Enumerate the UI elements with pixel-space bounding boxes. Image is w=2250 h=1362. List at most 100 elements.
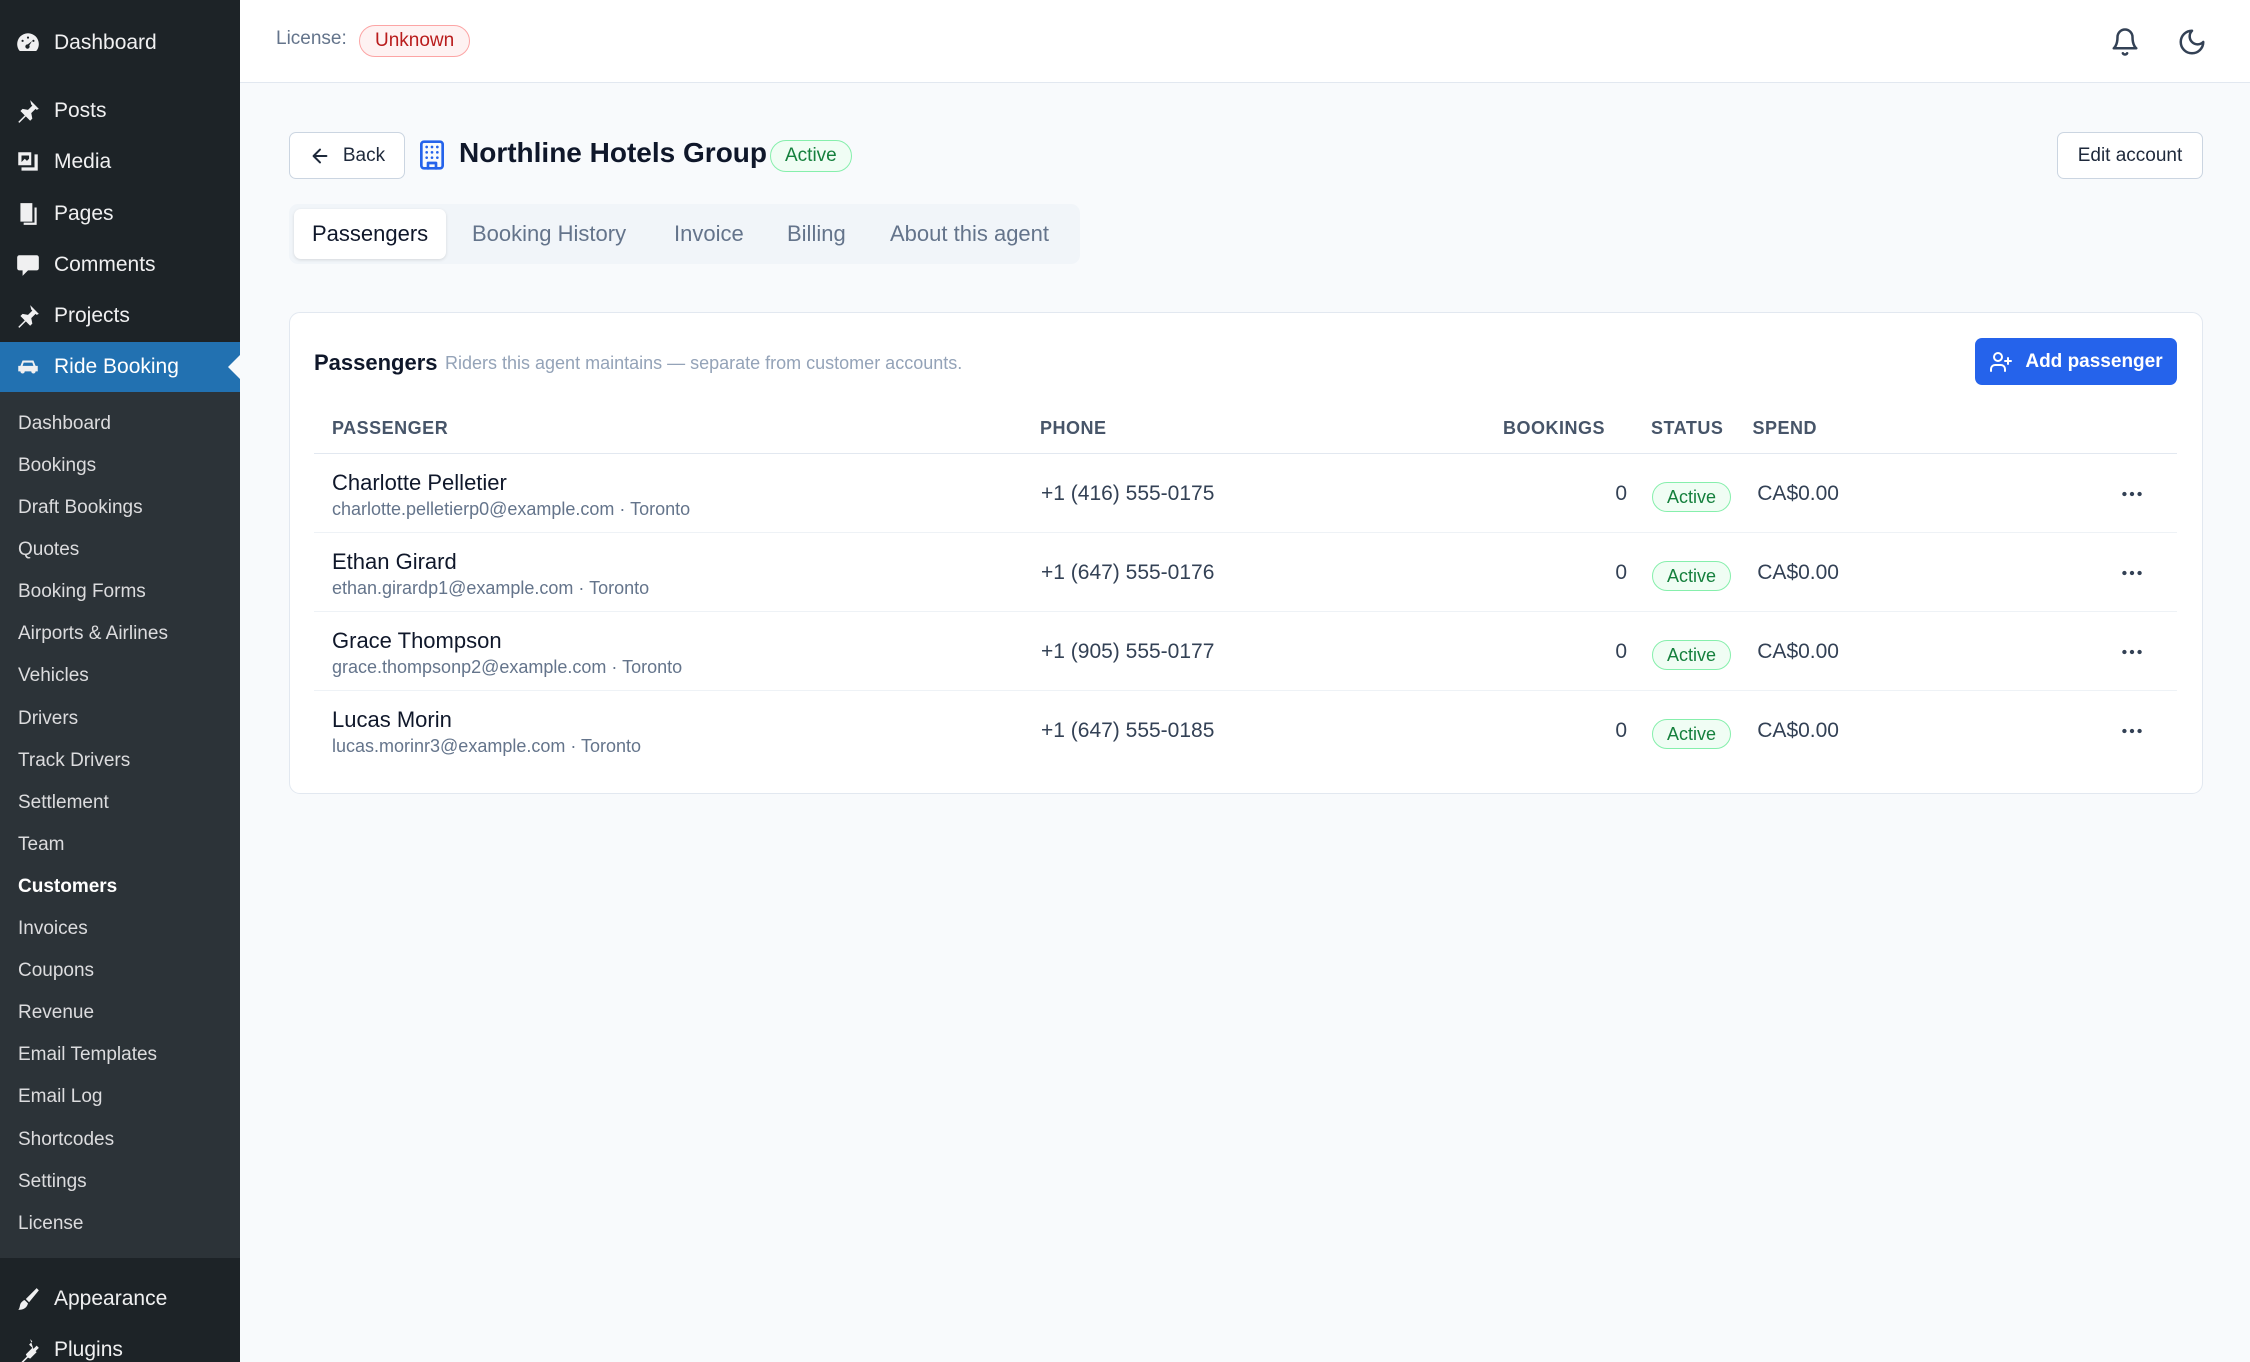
arrow-left-icon <box>312 148 328 163</box>
comment-icon <box>14 251 42 279</box>
column-header-spend[interactable]: SPEND <box>1752 418 1817 439</box>
passenger-spend: CA$0.00 <box>1757 719 1839 742</box>
submenu-item-license[interactable]: License <box>18 1209 84 1239</box>
building-icon <box>416 139 448 171</box>
ride-booking-submenu: Dashboard Bookings Draft Bookings Quotes… <box>0 392 240 1258</box>
sidebar-item-appearance[interactable]: Appearance <box>0 1274 240 1324</box>
add-passenger-label: Add passenger <box>2025 350 2163 372</box>
license-status-badge: Unknown <box>359 25 471 57</box>
tab-about-this-agent[interactable]: About this agent <box>890 209 1049 259</box>
submenu-item-email-log[interactable]: Email Log <box>18 1082 103 1112</box>
passenger-bookings: 0 <box>1615 561 1627 584</box>
tab-billing[interactable]: Billing <box>787 209 846 259</box>
submenu-item-track-drivers[interactable]: Track Drivers <box>18 746 130 776</box>
sidebar-item-label: Plugins <box>54 1338 123 1361</box>
more-options-icon[interactable] <box>2114 634 2150 670</box>
column-header-passenger[interactable]: PASSENGER <box>332 418 448 439</box>
submenu-item-draft-bookings[interactable]: Draft Bookings <box>18 493 143 523</box>
user-plus-icon <box>1990 351 2013 372</box>
sidebar-item-comments[interactable]: Comments <box>0 240 240 290</box>
sidebar-item-plugins[interactable]: Plugins <box>0 1325 240 1362</box>
back-button[interactable]: Back <box>289 132 405 179</box>
passenger-email: grace.thompsonp2@example.com · Toronto <box>332 657 683 677</box>
sidebar-item-label: Projects <box>54 304 130 327</box>
passenger-bookings: 0 <box>1615 719 1627 742</box>
status-badge: Active <box>1652 719 1732 749</box>
tab-invoice[interactable]: Invoice <box>674 209 744 259</box>
back-button-label: Back <box>342 144 386 166</box>
more-options-icon[interactable] <box>2114 476 2150 512</box>
passenger-spend: CA$0.00 <box>1757 561 1839 584</box>
passenger-name: Charlotte Pelletier <box>332 470 507 495</box>
pin-icon <box>14 97 42 125</box>
submenu-item-customers[interactable]: Customers <box>18 872 117 902</box>
passenger-spend: CA$0.00 <box>1757 482 1839 505</box>
submenu-item-invoices[interactable]: Invoices <box>18 914 88 944</box>
passenger-email: ethan.girardp1@example.com · Toronto <box>332 578 650 598</box>
sidebar-item-label: Comments <box>54 253 156 276</box>
sidebar-item-dashboard[interactable]: Dashboard <box>0 18 240 68</box>
submenu-item-coupons[interactable]: Coupons <box>18 956 94 986</box>
plugin-icon <box>14 1336 42 1362</box>
submenu-item-team[interactable]: Team <box>18 830 64 860</box>
sidebar-item-pages[interactable]: Pages <box>0 189 240 239</box>
passenger-spend: CA$0.00 <box>1757 640 1839 663</box>
passenger-phone: +1 (416) 555-0175 <box>1041 482 1215 505</box>
car-icon <box>14 353 42 381</box>
submenu-item-dashboard[interactable]: Dashboard <box>18 409 111 439</box>
media-icon <box>14 148 42 176</box>
page-title: Northline Hotels Group <box>459 137 767 168</box>
passenger-email: lucas.morinr3@example.com · Toronto <box>332 736 642 756</box>
status-badge: Active <box>1652 561 1732 591</box>
admin-sidebar: Dashboard Posts Media Pages Comments Pro… <box>0 0 240 1362</box>
passenger-email: charlotte.pelletierp0@example.com · Toro… <box>332 499 691 519</box>
submenu-item-settings[interactable]: Settings <box>18 1167 87 1197</box>
bell-icon[interactable] <box>2107 24 2143 60</box>
sidebar-item-media[interactable]: Media <box>0 137 240 187</box>
status-badge: Active <box>1652 640 1732 670</box>
pages-icon <box>14 200 42 228</box>
sidebar-item-ride-booking[interactable]: Ride Booking <box>0 342 240 392</box>
top-bar: License: Unknown <box>240 0 2250 83</box>
tab-booking-history[interactable]: Booking History <box>472 209 626 259</box>
passenger-bookings: 0 <box>1615 640 1627 663</box>
submenu-item-quotes[interactable]: Quotes <box>18 535 79 565</box>
card-subtitle: Riders this agent maintains — separate f… <box>445 353 963 373</box>
more-options-icon[interactable] <box>2114 555 2150 591</box>
column-header-status[interactable]: STATUS <box>1651 418 1723 439</box>
card-title: Passengers <box>314 350 438 375</box>
column-header-phone[interactable]: PHONE <box>1040 418 1107 439</box>
table-row[interactable]: Grace Thompson grace.thompsonp2@example.… <box>314 612 2177 691</box>
submenu-item-drivers[interactable]: Drivers <box>18 704 78 734</box>
table-row[interactable]: Charlotte Pelletier charlotte.pelletierp… <box>314 454 2177 533</box>
add-passenger-button[interactable]: Add passenger <box>1975 338 2177 385</box>
account-status-badge: Active <box>770 140 852 172</box>
passenger-phone: +1 (647) 555-0185 <box>1041 719 1215 742</box>
table-row[interactable]: Ethan Girard ethan.girardp1@example.com … <box>314 533 2177 612</box>
submenu-item-vehicles[interactable]: Vehicles <box>18 661 89 691</box>
sidebar-item-projects[interactable]: Projects <box>0 291 240 341</box>
passenger-phone: +1 (905) 555-0177 <box>1041 640 1215 663</box>
table-row[interactable]: Lucas Morin lucas.morinr3@example.com · … <box>314 691 2177 770</box>
submenu-item-airports-airlines[interactable]: Airports & Airlines <box>18 619 168 649</box>
submenu-item-settlement[interactable]: Settlement <box>18 788 109 818</box>
column-header-bookings[interactable]: BOOKINGS <box>1503 418 1605 439</box>
submenu-item-booking-forms[interactable]: Booking Forms <box>18 577 146 607</box>
sidebar-item-label: Pages <box>54 202 114 225</box>
edit-account-button[interactable]: Edit account <box>2057 132 2203 179</box>
passenger-phone: +1 (647) 555-0176 <box>1041 561 1215 584</box>
sidebar-item-label: Posts <box>54 99 107 122</box>
submenu-item-email-templates[interactable]: Email Templates <box>18 1040 157 1070</box>
sidebar-item-label: Ride Booking <box>54 355 179 378</box>
passenger-name: Ethan Girard <box>332 549 457 574</box>
more-options-icon[interactable] <box>2114 713 2150 749</box>
passenger-name: Grace Thompson <box>332 628 502 653</box>
submenu-item-shortcodes[interactable]: Shortcodes <box>18 1125 114 1155</box>
dashboard-icon <box>14 29 42 57</box>
sidebar-item-label: Dashboard <box>54 31 157 54</box>
submenu-item-revenue[interactable]: Revenue <box>18 998 94 1028</box>
sidebar-item-posts[interactable]: Posts <box>0 86 240 136</box>
submenu-item-bookings[interactable]: Bookings <box>18 451 96 481</box>
tab-passengers[interactable]: Passengers <box>294 209 447 259</box>
moon-icon[interactable] <box>2174 24 2210 60</box>
